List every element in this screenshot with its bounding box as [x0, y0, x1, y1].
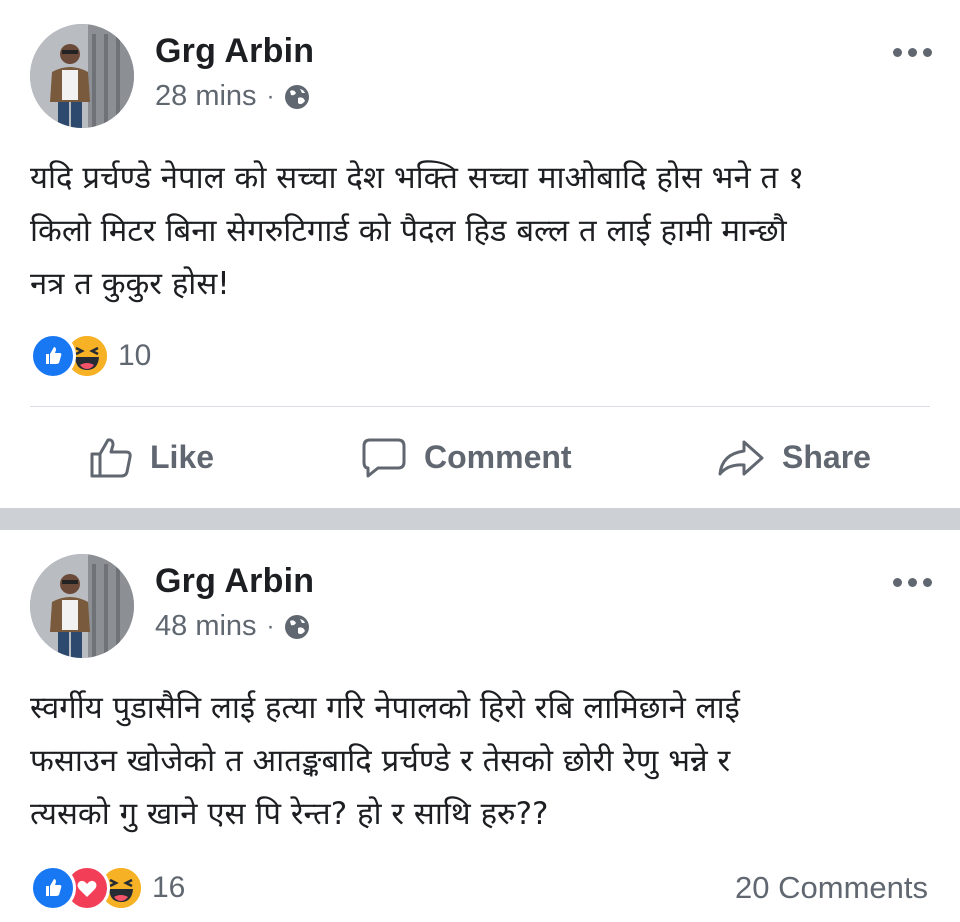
post-meta: 48 mins ·: [155, 610, 311, 643]
more-options-icon[interactable]: [893, 578, 932, 587]
post-card: Grg Arbin 48 mins · स्वर्गीय पुडासैनि ला…: [0, 530, 960, 922]
post-text-line: त्यसको गु खाने एस पि रेन्त? हो र साथि हर…: [30, 796, 549, 832]
comment-icon: [362, 438, 406, 477]
meta-separator: ·: [266, 612, 275, 640]
post-text: यदि प्रर्चण्डे नेपाल को सच्चा देश भक्ति …: [30, 152, 935, 311]
reactions-summary[interactable]: 10: [30, 333, 151, 379]
share-icon: [718, 440, 764, 475]
like-reaction-icon: [30, 333, 76, 379]
reaction-count: 10: [118, 339, 152, 372]
post-text-line: नत्र त कुकुर होस!: [30, 266, 230, 302]
comments-count-link[interactable]: 20 Comments: [735, 870, 928, 906]
post-text: स्वर्गीय पुडासैनि लाई हत्या गरि नेपालको …: [30, 682, 935, 841]
like-label: Like: [150, 439, 215, 475]
post-time[interactable]: 48 mins: [155, 610, 257, 643]
post-card: Grg Arbin 28 mins · यदि प्रर्चण्डे नेपाल…: [0, 0, 960, 508]
author-name[interactable]: Grg Arbin: [155, 562, 314, 601]
post-text-line: स्वर्गीय पुडासैनि लाई हत्या गरि नेपालको …: [30, 690, 740, 726]
post-time[interactable]: 28 mins: [155, 80, 257, 113]
reaction-count: 16: [152, 871, 186, 904]
post-text-line: किलो मिटर बिना सेगरुटिगार्ड को पैदल हिड …: [30, 213, 787, 249]
meta-separator: ·: [266, 82, 275, 110]
feed-separator: [0, 508, 960, 530]
like-reaction-icon: [30, 865, 76, 911]
post-meta: 28 mins ·: [155, 80, 311, 113]
share-button[interactable]: Share: [716, 407, 871, 508]
post-text-line: यदि प्रर्चण्डे नेपाल को सच्चा देश भक्ति …: [30, 160, 805, 196]
author-avatar[interactable]: [30, 554, 134, 658]
comment-button[interactable]: Comment: [360, 407, 572, 508]
share-label: Share: [782, 439, 871, 475]
globe-icon: [283, 83, 311, 111]
author-name[interactable]: Grg Arbin: [155, 32, 314, 71]
more-options-icon[interactable]: [893, 48, 932, 57]
author-avatar[interactable]: [30, 24, 134, 128]
comment-label: Comment: [424, 439, 572, 475]
post-text-line: फसाउन खोजेको त आतङ्कबादि प्रर्चण्डे र ते…: [30, 743, 731, 779]
like-button[interactable]: Like: [88, 407, 214, 508]
reactions-summary[interactable]: 16: [30, 865, 185, 911]
post-actions: Like Comment Share: [0, 407, 960, 508]
thumbs-up-icon: [90, 437, 132, 477]
globe-icon: [283, 613, 311, 641]
